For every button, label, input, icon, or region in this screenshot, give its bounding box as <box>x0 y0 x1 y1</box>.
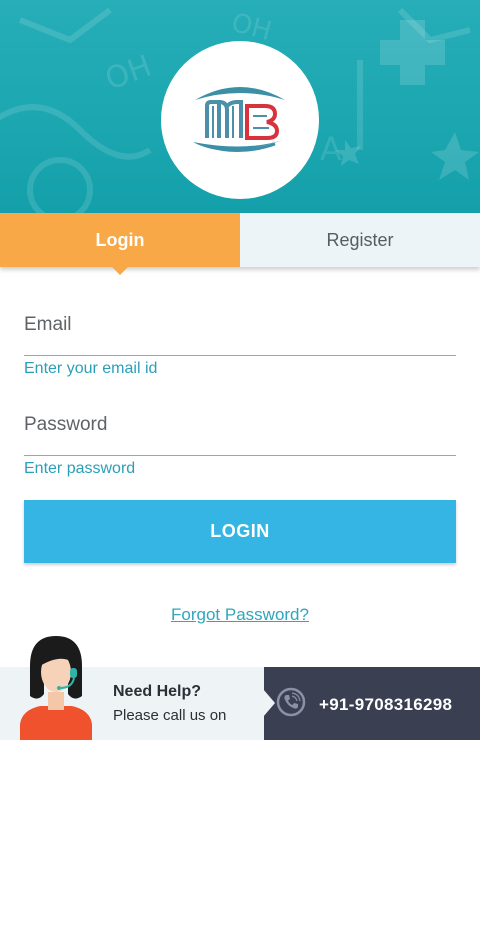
svg-text:OH: OH <box>101 49 156 98</box>
email-label: Email <box>24 314 72 335</box>
app-header: OH OH A <box>0 0 480 213</box>
phone-icon <box>276 687 306 717</box>
mb-logo-icon <box>193 87 285 153</box>
password-label: Password <box>24 414 108 435</box>
help-phone-number[interactable]: +91-9708316298 <box>319 695 452 715</box>
support-agent-icon <box>20 636 92 740</box>
tab-register-label: Register <box>326 229 394 250</box>
help-panel-arrow <box>263 689 275 717</box>
password-input[interactable] <box>24 457 456 481</box>
need-help-subtitle: Please call us on <box>113 707 227 724</box>
svg-text:A: A <box>320 130 342 168</box>
logo-circle <box>161 41 319 199</box>
active-tab-indicator <box>112 267 128 275</box>
login-button[interactable]: LOGIN <box>24 500 456 563</box>
email-input[interactable] <box>24 357 456 381</box>
tab-login-label: Login <box>95 229 145 250</box>
password-underline <box>24 455 456 456</box>
email-underline <box>24 355 456 356</box>
need-help-title: Need Help? <box>113 683 202 700</box>
tab-login[interactable]: Login <box>0 213 240 275</box>
auth-tabs: Login Register <box>0 213 480 275</box>
forgot-password-link[interactable]: Forgot Password? <box>0 605 480 625</box>
tab-register[interactable]: Register <box>240 213 480 267</box>
